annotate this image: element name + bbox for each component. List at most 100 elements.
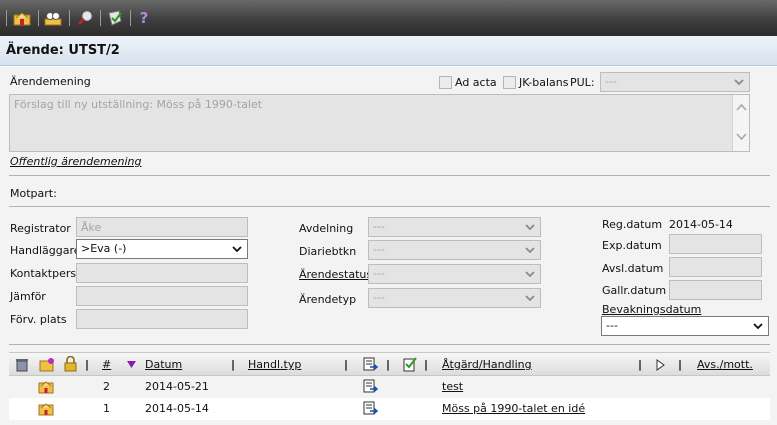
- lock-icon[interactable]: [64, 356, 77, 372]
- arendestatus-select[interactable]: ---: [368, 264, 541, 284]
- arrow-right-icon[interactable]: [655, 359, 667, 371]
- diariebtkn-select[interactable]: ---: [368, 240, 541, 260]
- document-arrow-icon[interactable]: [363, 401, 379, 416]
- registrator-field: Åke: [76, 217, 248, 237]
- divider: [9, 175, 770, 176]
- pul-select[interactable]: ---: [600, 72, 750, 92]
- chevron-down-icon: [525, 295, 535, 302]
- bevakningsdatum-value: ---: [606, 319, 618, 332]
- avsldatum-label: Avsl.datum: [602, 262, 664, 275]
- toolbar-separator: [6, 10, 7, 26]
- page-title: Ärende: UTST/2: [6, 43, 120, 58]
- regdatum-value: 2014-05-14: [669, 218, 733, 231]
- grid-header: | # Datum | Handl.typ | | | Åtgärd/Handl…: [9, 352, 770, 376]
- table-row[interactable]: 2 2014-05-21 test: [9, 376, 770, 398]
- offentlig-arendemening-link[interactable]: Offentlig ärendemening: [10, 155, 141, 168]
- column-header-avsmott[interactable]: Avs./mott.: [697, 358, 753, 371]
- column-separator: |: [424, 358, 429, 371]
- table-row[interactable]: 1 2014-05-14 Möss på 1990-talet en idé: [9, 398, 770, 420]
- arendetyp-label: Ärendetyp: [299, 293, 357, 306]
- folder-new-icon[interactable]: [39, 357, 55, 372]
- column-separator: |: [231, 358, 236, 371]
- toolbar-separator: [38, 10, 39, 26]
- column-separator: |: [386, 358, 391, 371]
- registrator-value: Åke: [81, 221, 102, 234]
- row-nr: 1: [103, 402, 110, 415]
- row-atgard-link[interactable]: Möss på 1990-talet en idé: [442, 402, 585, 415]
- row-nr: 2: [103, 380, 110, 393]
- binoculars-icon[interactable]: [44, 9, 62, 27]
- ad-acta-label: Ad acta: [455, 76, 497, 89]
- document-arrow-icon[interactable]: [363, 379, 379, 394]
- handlaggare-label: Handläggare: [10, 244, 81, 257]
- ad-acta-checkbox[interactable]: [439, 76, 452, 89]
- jamfor-field[interactable]: [76, 286, 248, 306]
- pul-label: PUL:: [570, 76, 595, 89]
- arendestatus-link[interactable]: Ärendestatus: [299, 268, 372, 281]
- arendemening-label: Ärendemening: [10, 75, 91, 88]
- arendetyp-value: ---: [373, 291, 385, 304]
- diariebtkn-label: Diariebtkn: [299, 245, 357, 258]
- regdatum-label: Reg.datum: [602, 218, 663, 231]
- gallrdatum-field[interactable]: [669, 280, 762, 300]
- jamfor-label: Jämför: [10, 290, 46, 303]
- column-separator: |: [638, 358, 643, 371]
- jk-balans-label: JK-balans: [519, 76, 569, 89]
- home-folder-icon[interactable]: [13, 9, 31, 27]
- column-separator: |: [344, 358, 349, 371]
- chevron-down-icon: [525, 271, 535, 278]
- document-arrow-icon[interactable]: [363, 357, 379, 372]
- avdelning-value: ---: [373, 220, 385, 233]
- case-folder-icon: [38, 381, 54, 394]
- motpart-label: Motpart:: [10, 187, 57, 200]
- scroll-down-icon[interactable]: [736, 131, 747, 141]
- column-separator: |: [678, 358, 683, 371]
- bevakningsdatum-select[interactable]: ---: [601, 316, 769, 336]
- toolbar-separator: [100, 10, 101, 26]
- jk-balans-checkbox[interactable]: [503, 76, 516, 89]
- expdatum-label: Exp.datum: [602, 239, 662, 252]
- toolbar-separator: [130, 10, 131, 26]
- row-datum: 2014-05-14: [145, 402, 209, 415]
- column-header-atgard[interactable]: Åtgärd/Handling: [442, 358, 532, 371]
- column-header-nr[interactable]: #: [102, 358, 111, 371]
- chevron-down-icon: [734, 79, 744, 86]
- toolbar-separator: [69, 10, 70, 26]
- textarea-scrollbar[interactable]: [732, 95, 749, 151]
- case-folder-icon: [38, 403, 54, 416]
- chevron-down-icon: [525, 224, 535, 231]
- expdatum-field[interactable]: [669, 234, 762, 254]
- arendemening-text: Förslag till ny utställning: Möss på 199…: [14, 98, 263, 111]
- column-header-datum[interactable]: Datum: [145, 358, 182, 371]
- bevakningsdatum-link[interactable]: Bevakningsdatum: [602, 303, 701, 316]
- column-separator: |: [85, 358, 90, 371]
- case-form: Ärendemening Ad acta JK-balans PUL: --- …: [0, 67, 777, 425]
- divider: [9, 344, 770, 345]
- forv-plats-field[interactable]: [76, 309, 248, 329]
- document-check-icon[interactable]: [403, 356, 418, 372]
- handlaggare-select[interactable]: >Eva (-): [76, 239, 248, 259]
- avsldatum-field[interactable]: [669, 257, 762, 277]
- pul-select-value: ---: [605, 75, 617, 88]
- arendetyp-select[interactable]: ---: [368, 288, 541, 308]
- row-datum: 2014-05-21: [145, 380, 209, 393]
- chevron-down-icon: [753, 323, 763, 330]
- gallrdatum-label: Gallr.datum: [602, 284, 667, 297]
- magnifier-icon[interactable]: [76, 9, 94, 27]
- row-atgard-link[interactable]: test: [442, 380, 463, 393]
- column-header-handltyp[interactable]: Handl.typ: [248, 358, 301, 371]
- kontaktpers-field[interactable]: [76, 263, 248, 283]
- sort-desc-icon[interactable]: [127, 361, 136, 368]
- chevron-down-icon: [232, 246, 242, 253]
- title-bar: Ärende: UTST/2: [0, 36, 777, 66]
- arendemening-textarea[interactable]: Förslag till ny utställning: Möss på 199…: [9, 94, 750, 152]
- help-icon[interactable]: ?: [135, 9, 153, 27]
- avdelning-label: Avdelning: [299, 222, 354, 235]
- scroll-up-icon[interactable]: [736, 103, 747, 113]
- diariebtkn-value: ---: [373, 243, 385, 256]
- avdelning-select[interactable]: ---: [368, 217, 541, 237]
- kontaktpers-label: Kontaktpers.: [10, 267, 80, 280]
- forv-plats-label: Förv. plats: [10, 313, 67, 326]
- shield-check-icon[interactable]: [106, 9, 124, 27]
- trash-icon[interactable]: [15, 357, 29, 372]
